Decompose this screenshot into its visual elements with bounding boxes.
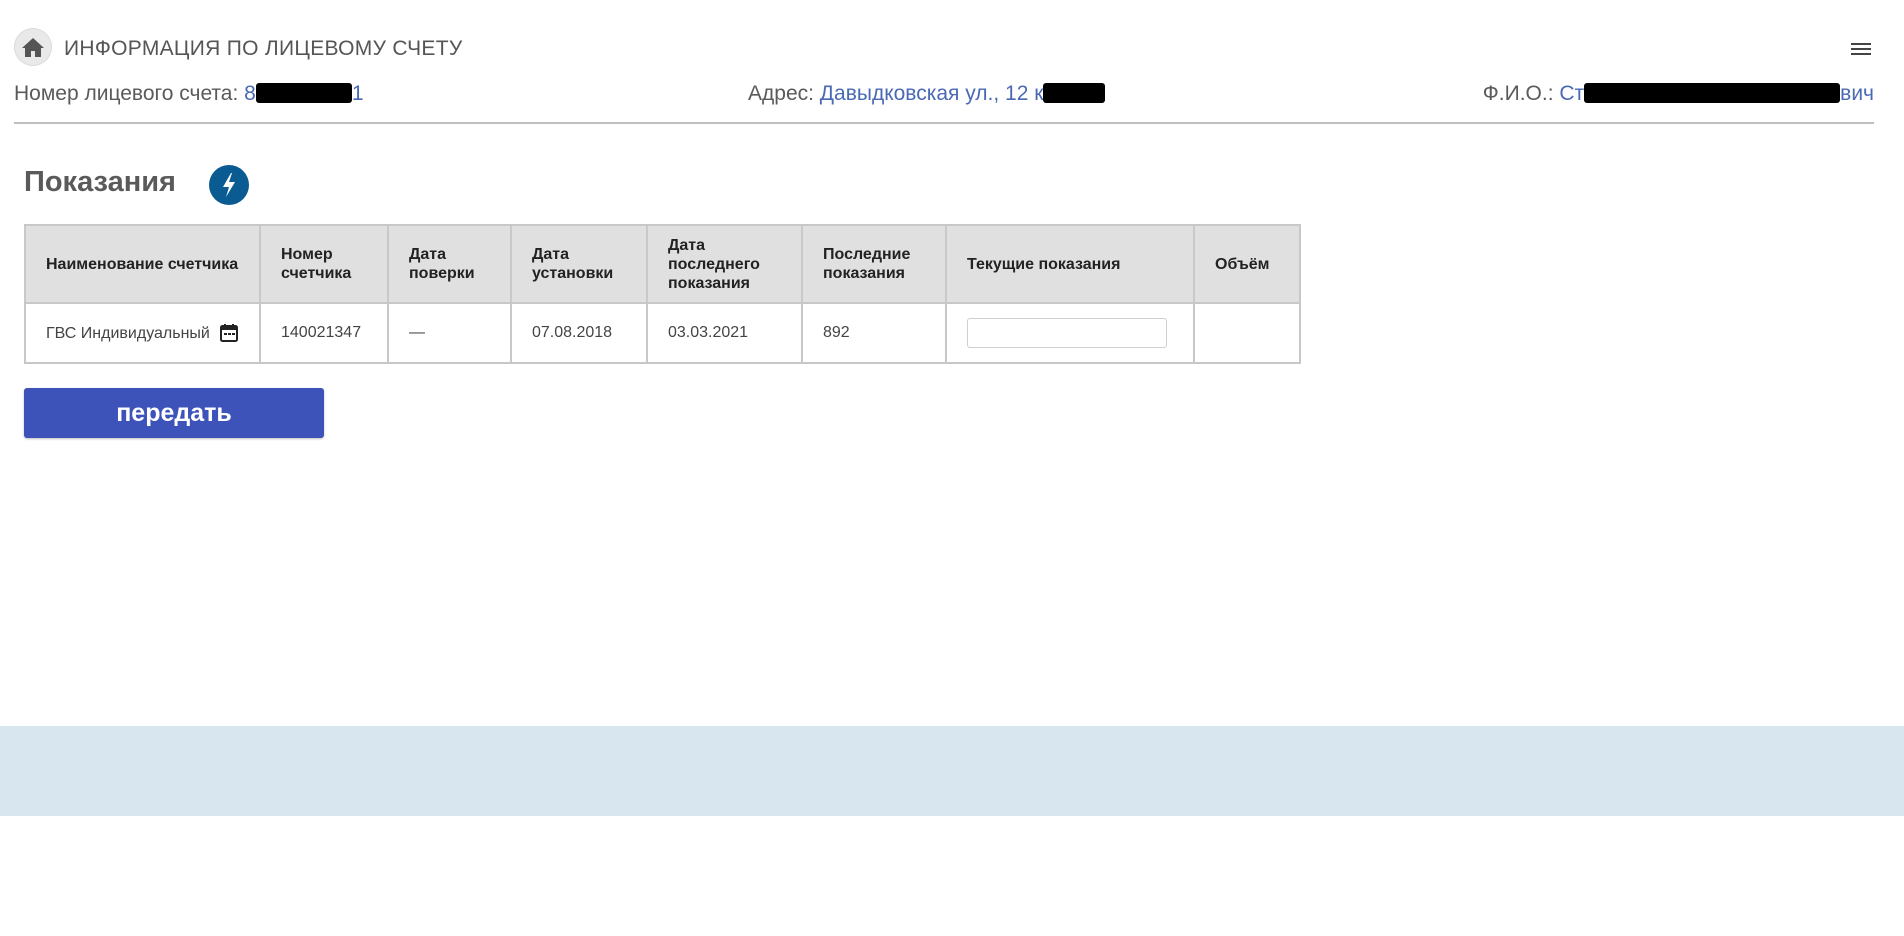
table-header-row: Наименование счетчика Номер счетчика Дат… — [24, 224, 1301, 304]
home-button[interactable] — [14, 28, 52, 66]
meters-table: Наименование счетчика Номер счетчика Дат… — [24, 224, 1301, 364]
address-value[interactable]: Давыдковская ул., 12 к — [820, 82, 1106, 105]
redaction-mark — [1043, 83, 1106, 103]
meter-name-cell: ГВС Индивидуальный — [24, 302, 261, 364]
lightning-bolt-icon — [209, 165, 249, 205]
address: Адрес: Давыдковская ул., 12 к — [748, 82, 1106, 106]
full-name-label: Ф.И.О.: — [1482, 82, 1554, 105]
table-row: ГВС Индивидуальный 140021347 — 07.08.201… — [24, 302, 1301, 364]
header-divider — [14, 122, 1874, 124]
column-header-meter-name: Наименование счетчика — [24, 224, 261, 304]
volume-cell — [1193, 302, 1301, 364]
last-reading-cell: 892 — [801, 302, 947, 364]
menu-button[interactable] — [1848, 38, 1874, 60]
hamburger-menu-icon — [1851, 41, 1871, 57]
full-name-value[interactable]: Ст вич — [1559, 82, 1874, 105]
column-header-meter-number: Номер счетчика — [259, 224, 389, 304]
calendar-icon[interactable] — [219, 323, 239, 343]
column-header-volume: Объём — [1193, 224, 1301, 304]
current-reading-cell — [945, 302, 1195, 364]
current-reading-input[interactable] — [967, 318, 1167, 348]
section-title: Показания — [24, 166, 176, 198]
full-name: Ф.И.О.: Ст вич — [1483, 82, 1874, 106]
column-header-install-date: Дата установки — [510, 224, 648, 304]
page: ИНФОРМАЦИЯ ПО ЛИЦЕВОМУ СЧЕТУ Номер лицев… — [0, 0, 1904, 936]
check-date-cell: — — [387, 302, 512, 364]
home-icon — [21, 36, 45, 58]
submit-readings-button[interactable]: передать — [24, 388, 324, 438]
column-header-current-reading: Текущие показания — [945, 224, 1195, 304]
header: ИНФОРМАЦИЯ ПО ЛИЦЕВОМУ СЧЕТУ — [14, 28, 1874, 68]
redaction-mark — [1584, 83, 1841, 103]
account-number-label: Номер лицевого счета: — [14, 82, 239, 105]
account-number: Номер лицевого счета: 81 — [14, 82, 364, 106]
install-date-cell: 07.08.2018 — [510, 302, 648, 364]
last-reading-date-cell: 03.03.2021 — [646, 302, 803, 364]
column-header-check-date: Дата поверки — [387, 224, 512, 304]
column-header-last-reading-date: Дата последнего показания — [646, 224, 803, 304]
footer — [0, 726, 1904, 816]
account-info-row: Номер лицевого счета: 81 Адрес: Давыдков… — [14, 82, 1874, 108]
column-header-last-reading: Последние показания — [801, 224, 947, 304]
address-label: Адрес: — [748, 82, 814, 105]
redaction-mark — [255, 83, 352, 103]
account-number-value[interactable]: 81 — [244, 82, 363, 105]
meter-name: ГВС Индивидуальный — [46, 324, 210, 342]
meter-number-cell: 140021347 — [259, 302, 389, 364]
page-title: ИНФОРМАЦИЯ ПО ЛИЦЕВОМУ СЧЕТУ — [64, 37, 463, 60]
